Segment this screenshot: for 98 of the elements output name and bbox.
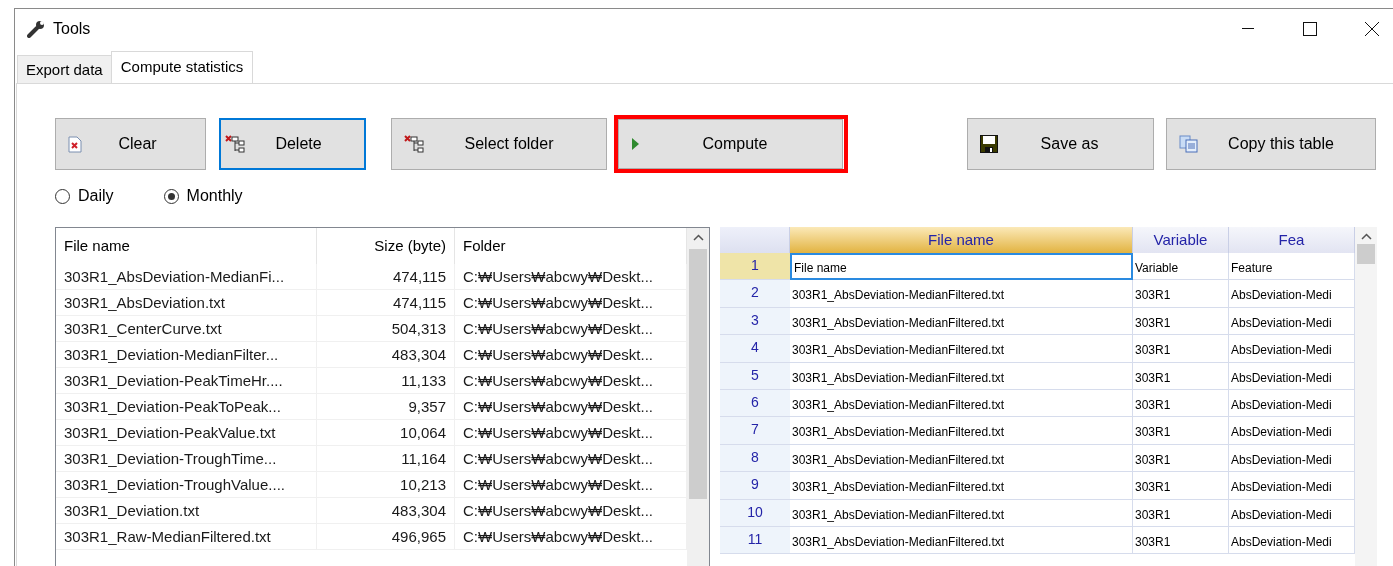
list-cell: C:₩Users₩abcwy₩Deskt... — [455, 290, 687, 316]
list-cell: 303R1_Deviation-TroughTime... — [56, 446, 317, 472]
list-cell: 483,304 — [317, 342, 455, 368]
list-cell: 474,115 — [317, 264, 455, 290]
row-header[interactable]: 2 — [720, 280, 790, 308]
list-cell: C:₩Users₩abcwy₩Deskt... — [455, 264, 687, 290]
save-button[interactable]: Save as — [967, 118, 1154, 170]
list-cell: C:₩Users₩abcwy₩Deskt... — [455, 316, 687, 342]
tree-icon — [404, 135, 424, 153]
list-cell: 303R1_Raw-MedianFiltered.txt — [56, 524, 317, 550]
list-cell: C:₩Users₩abcwy₩Deskt... — [455, 394, 687, 420]
list-cell: C:₩Users₩abcwy₩Deskt... — [455, 446, 687, 472]
minimize-icon — [1242, 28, 1254, 30]
window-title: Tools — [53, 20, 91, 38]
grid-cell[interactable]: 303R1_AbsDeviation-MedianFiltered.txt — [790, 335, 1133, 363]
grid-cell[interactable]: 303R1 — [1133, 307, 1229, 336]
clear-button[interactable]: Clear — [55, 118, 206, 170]
list-cell: 303R1_AbsDeviation-MedianFi... — [56, 264, 317, 290]
grid-cell[interactable]: 303R1_AbsDeviation-MedianFiltered.txt — [790, 280, 1133, 308]
list-cell: 303R1_Deviation.txt — [56, 498, 317, 524]
grid-cell[interactable]: 303R1_AbsDeviation-MedianFiltered.txt — [790, 472, 1133, 500]
grid-cell[interactable]: 303R1 — [1133, 472, 1229, 500]
row-header[interactable]: 9 — [720, 472, 790, 500]
list-cell: 303R1_Deviation-MedianFilter... — [56, 342, 317, 368]
list-cell: 11,164 — [317, 446, 455, 472]
column-header[interactable]: Variable — [1133, 227, 1229, 253]
grid-cell[interactable]: 303R1 — [1133, 389, 1229, 418]
scrollbar-thumb[interactable] — [1357, 244, 1375, 264]
list-cell: 496,965 — [317, 524, 455, 550]
grid-cell[interactable]: 303R1 — [1133, 335, 1229, 363]
grid-cell[interactable]: 303R1 — [1133, 362, 1229, 390]
grid-corner[interactable] — [720, 227, 790, 253]
tree-icon — [225, 135, 245, 153]
delete-button[interactable]: Delete — [219, 118, 366, 170]
grid-cell[interactable]: 303R1 — [1133, 444, 1229, 473]
tab[interactable]: Compute statistics — [110, 51, 254, 83]
list-cell: 303R1_CenterCurve.txt — [56, 316, 317, 342]
list-cell: 504,313 — [317, 316, 455, 342]
grid-cell[interactable]: 303R1_AbsDeviation-MedianFiltered.txt — [790, 526, 1133, 555]
grid-cell[interactable]: 303R1_AbsDeviation-MedianFiltered.txt — [790, 307, 1133, 336]
folder-button[interactable]: Select folder — [391, 118, 607, 170]
column-header[interactable]: Fea — [1229, 227, 1355, 253]
grid-cell[interactable]: 303R1 — [1133, 417, 1229, 445]
list-cell: 474,115 — [317, 290, 455, 316]
list-cell: 303R1_Deviation-PeakToPeak... — [56, 394, 317, 420]
scrollbar[interactable] — [1355, 227, 1377, 566]
column-header[interactable]: Size (byte) — [317, 228, 455, 264]
list-cell: C:₩Users₩abcwy₩Deskt... — [455, 420, 687, 446]
grid-cell[interactable]: 303R1_AbsDeviation-MedianFiltered.txt — [790, 499, 1133, 527]
list-cell: C:₩Users₩abcwy₩Deskt... — [455, 342, 687, 368]
row-header[interactable]: 4 — [720, 335, 790, 363]
list-cell: C:₩Users₩abcwy₩Deskt... — [455, 472, 687, 498]
list-cell: C:₩Users₩abcwy₩Deskt... — [455, 498, 687, 524]
grid-cell[interactable]: 303R1 — [1133, 499, 1229, 527]
list-cell: 303R1_Deviation-TroughValue.... — [56, 472, 317, 498]
close-icon — [1365, 22, 1379, 36]
list-cell: 483,304 — [317, 498, 455, 524]
wrench-icon — [27, 20, 47, 38]
grid-cell[interactable]: File name — [790, 253, 1133, 281]
list-cell: 10,213 — [317, 472, 455, 498]
list-cell: 303R1_Deviation-PeakTimeHr.... — [56, 368, 317, 394]
grid-cell[interactable]: 303R1 — [1133, 526, 1229, 555]
column-header[interactable]: File name — [790, 227, 1133, 253]
list-cell: 11,133 — [317, 368, 455, 394]
list-cell: 10,064 — [317, 420, 455, 446]
list-cell: C:₩Users₩abcwy₩Deskt... — [455, 368, 687, 394]
radio-button[interactable] — [163, 188, 179, 204]
list-cell: 9,357 — [317, 394, 455, 420]
list-cell: 303R1_Deviation-PeakValue.txt — [56, 420, 317, 446]
copy-button[interactable]: Copy this table — [1166, 118, 1376, 170]
play-icon — [631, 137, 640, 151]
grid-cell[interactable]: 303R1 — [1133, 280, 1229, 308]
grid-cell[interactable]: 303R1_AbsDeviation-MedianFiltered.txt — [790, 389, 1133, 418]
row-header[interactable]: 10 — [720, 499, 790, 527]
list-cell: 303R1_AbsDeviation.txt — [56, 290, 317, 316]
radio-label[interactable]: Daily — [78, 187, 114, 205]
grid-cell[interactable]: 303R1_AbsDeviation-MedianFiltered.txt — [790, 362, 1133, 390]
maximize-icon — [1303, 22, 1317, 36]
row-header[interactable]: 3 — [720, 307, 790, 336]
row-header[interactable]: 11 — [720, 526, 790, 555]
document-icon — [68, 135, 82, 153]
grid-cell[interactable]: 303R1_AbsDeviation-MedianFiltered.txt — [790, 444, 1133, 473]
tab[interactable]: Export data — [17, 55, 112, 83]
scrollbar[interactable] — [687, 228, 709, 566]
list-cell: C:₩Users₩abcwy₩Deskt... — [455, 524, 687, 550]
compute-button[interactable]: Compute — [618, 119, 843, 169]
row-header[interactable]: 7 — [720, 417, 790, 445]
scrollbar-thumb[interactable] — [689, 249, 707, 499]
grid-cell[interactable]: Variable — [1133, 253, 1229, 281]
row-header[interactable]: 1 — [720, 253, 790, 281]
copy-icon — [1179, 135, 1199, 153]
column-header[interactable]: File name — [56, 228, 317, 264]
row-header[interactable]: 8 — [720, 444, 790, 473]
grid-cell[interactable]: 303R1_AbsDeviation-MedianFiltered.txt — [790, 417, 1133, 445]
radio-label[interactable]: Monthly — [186, 187, 243, 205]
row-header[interactable]: 5 — [720, 362, 790, 390]
row-header[interactable]: 6 — [720, 389, 790, 418]
radio-button[interactable] — [55, 188, 70, 204]
